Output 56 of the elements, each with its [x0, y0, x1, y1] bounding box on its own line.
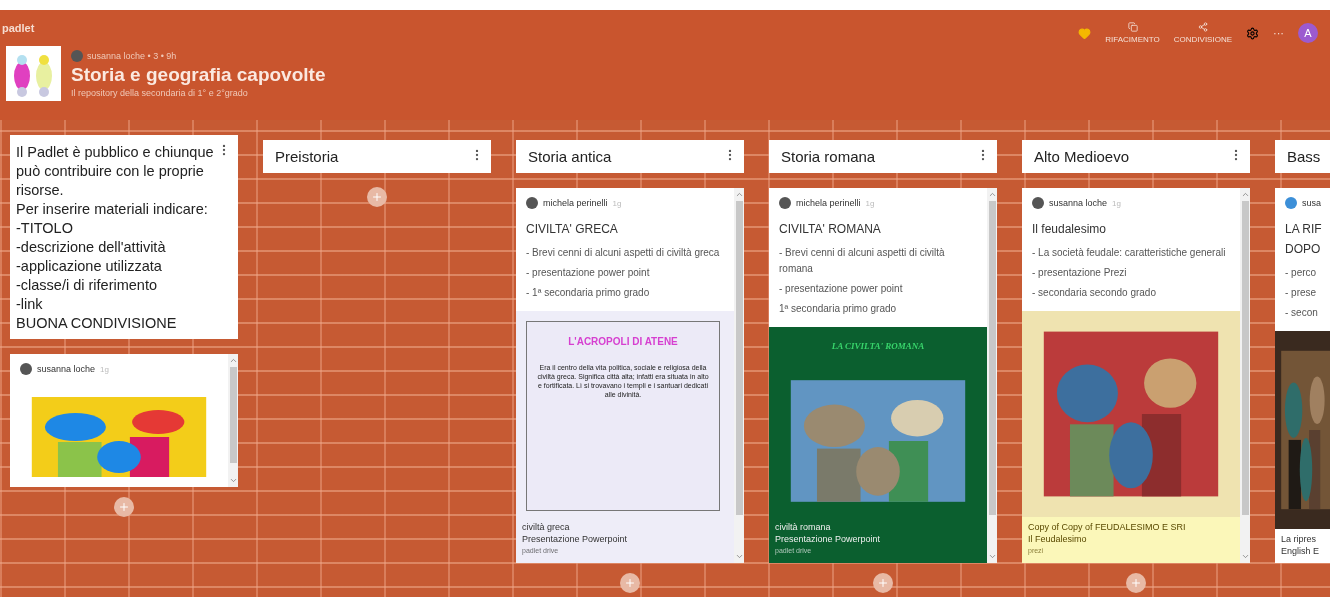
note-text: -applicazione utilizzata — [16, 257, 163, 276]
column-title[interactable]: Preistoria — [275, 148, 339, 165]
note-text: Per inserire materiali indicare: — [16, 200, 209, 219]
note-text: -TITOLO — [16, 219, 74, 238]
post-text: 1ª secondaria primo grado — [778, 302, 898, 316]
post-text: - La società feudale: caratteristiche generali — [1031, 246, 1227, 260]
author-name: susanna loche — [1049, 198, 1108, 208]
slide-title: LA CIVILTA' ROMANA — [831, 341, 925, 351]
post-time: 1g — [612, 198, 622, 208]
post-title: CIVILTA' GRECA — [525, 221, 619, 238]
attachment-caption: civiltà greca — [522, 521, 570, 533]
slide-title: L'ACROPOLI DI ATENE — [568, 336, 678, 347]
note-text: -descrizione dell'attività — [16, 238, 167, 257]
post-text: - 1ª secondaria primo grado — [525, 286, 651, 300]
board-title: Storia e geografia capovolte — [71, 63, 326, 86]
attachment-caption: English E — [1281, 545, 1320, 557]
post-time: 1g — [100, 364, 109, 374]
column-title[interactable]: Storia antica — [528, 148, 612, 165]
post-time: 1g — [1112, 198, 1121, 208]
column-title[interactable]: Alto Medioevo — [1034, 148, 1130, 165]
note-text: -link — [16, 295, 44, 314]
post-text: - Brevi cenni di alcuni aspetti di civiltà romana — [778, 246, 946, 276]
note-text: BUONA CONDIVISIONE — [16, 314, 178, 333]
author-name: susa — [1302, 198, 1321, 208]
attachment-caption: Il Feudalesimo — [1028, 533, 1087, 545]
post-text: - presentazione Prezi — [1031, 266, 1128, 280]
post-title: LA RIF DOPO — [1284, 221, 1323, 258]
attachment-caption: La ripres — [1281, 533, 1316, 545]
attachment-caption: Presentazione Powerpoint — [775, 533, 881, 545]
attachment-caption: civiltà romana — [775, 521, 831, 533]
post-text: - secondaria secondo grado — [1031, 286, 1157, 300]
post-card[interactable]: susa LA RIF DOPO - perco - prese - secon La ripres English E — [1275, 188, 1330, 563]
board-author: susanna loche • 3 • 9h — [87, 50, 177, 61]
user-avatar[interactable]: A — [1298, 23, 1318, 43]
post-text: - secon — [1284, 306, 1319, 320]
column-title[interactable]: Storia romana — [781, 148, 876, 165]
board-subtitle: Il repository della secondaria di 1° e 2°grado — [71, 87, 249, 98]
post-title: Il feudalesimo — [1031, 221, 1108, 238]
post-time: 1g — [865, 198, 875, 208]
attachment-caption: Copy of Copy of FEUDALESIMO E SRI — [1028, 521, 1186, 533]
note-text: -classe/i di riferimento — [16, 276, 158, 295]
post-text: - presentazione power point — [525, 266, 651, 280]
post-text: - Brevi cenni di alcuni aspetti di civiltà greca — [525, 246, 721, 260]
post-title: CIVILTA' ROMANA — [778, 221, 882, 238]
post-text: - prese — [1284, 286, 1318, 300]
author-name: michela perinelli — [543, 198, 608, 208]
author-name: susanna loche — [37, 364, 96, 374]
share-button[interactable]: CONDIVISIONE — [1173, 22, 1232, 44]
remake-button[interactable]: RIFACIMENTO — [1105, 22, 1160, 44]
post-text: - perco — [1284, 266, 1318, 280]
author-name: michela perinelli — [796, 198, 861, 208]
post-text: - presentazione power point — [778, 282, 904, 296]
column-title[interactable]: Bass — [1287, 148, 1321, 165]
note-text: Il Padlet è pubblico e chiunque può contribuire con le proprie risorse. — [16, 143, 214, 200]
attachment-caption: Presentazione Powerpoint — [522, 533, 628, 545]
post-card[interactable]: susanna loche 1g — [10, 354, 238, 487]
